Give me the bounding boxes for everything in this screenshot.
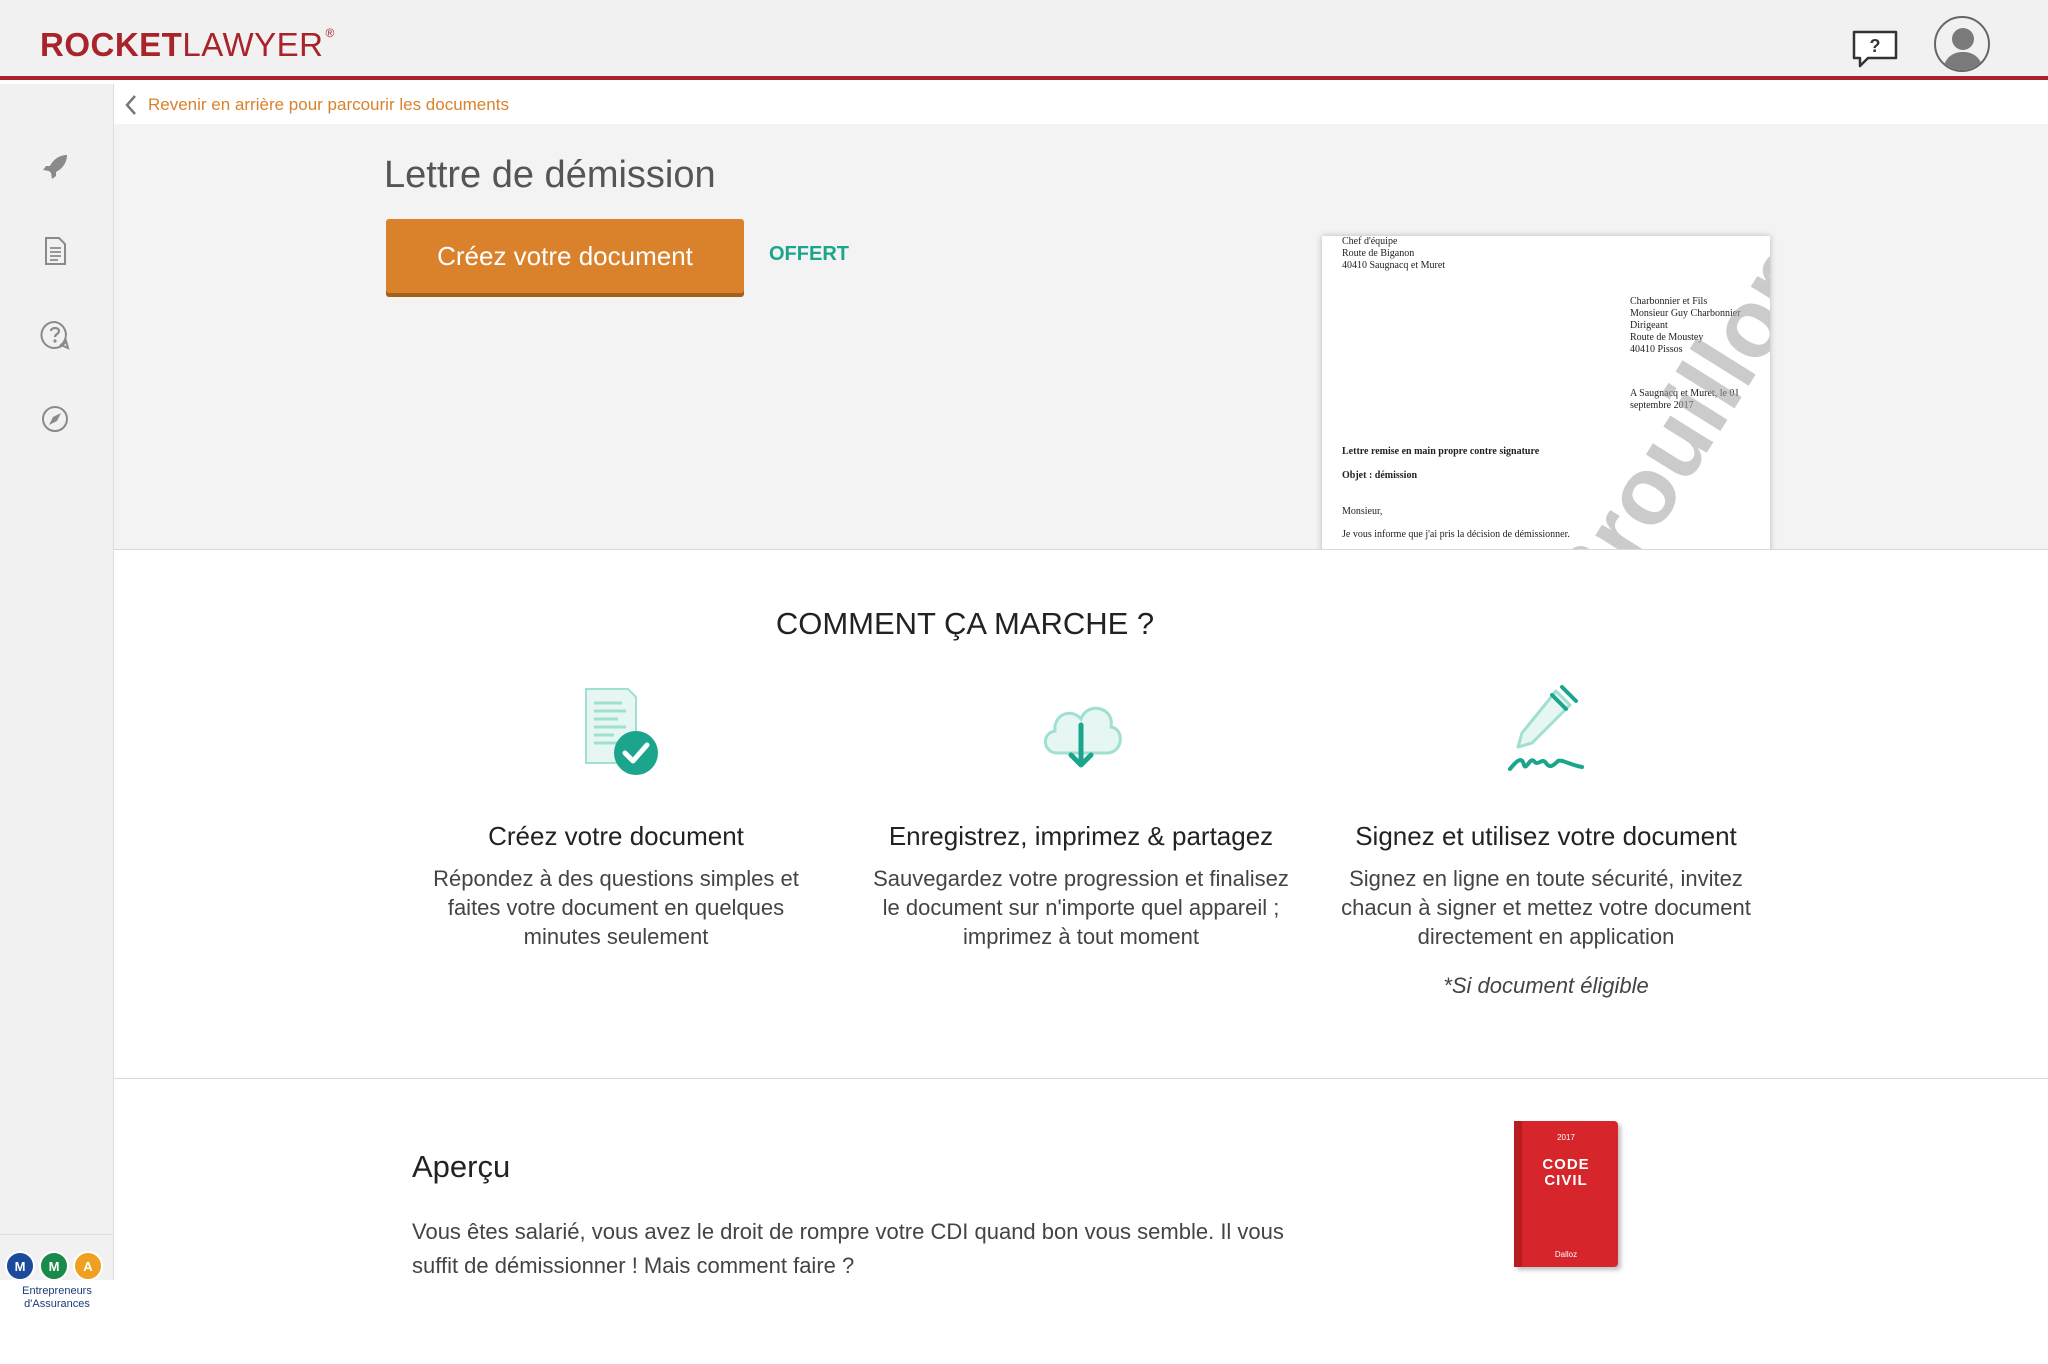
cloud-download-icon	[1031, 681, 1131, 781]
preview-line: Charbonnier et Fils	[1630, 296, 1708, 307]
preview-line: 40410 Pissos	[1630, 344, 1683, 355]
help-bubble-icon[interactable]	[40, 320, 70, 350]
step-desc-line: le document sur n'importe quel appareil …	[882, 895, 1280, 920]
step-title: Enregistrez, imprimez & partagez	[888, 821, 1274, 851]
step-description: Sauvegardez votre progression et finalis…	[856, 864, 1306, 951]
step-sign: Signez et utilisez votre document Signez…	[1321, 681, 1771, 999]
step-save: Enregistrez, imprimez & partagez Sauvega…	[856, 681, 1306, 951]
code-civil-book-image: 2017 CODE CIVIL Dalloz	[1514, 1121, 1618, 1267]
mma-badge-m1: M	[5, 1251, 35, 1281]
back-to-documents-link[interactable]: Revenir en arrière pour parcourir les do…	[124, 94, 509, 116]
preview-line: 40410 Saugnacq et Muret	[1342, 260, 1446, 271]
help-chat-icon: ?	[1852, 30, 1898, 68]
breadcrumb-bar: Revenir en arrière pour parcourir les do…	[114, 84, 2048, 124]
document-hero: Lettre de démission Créez votre document…	[114, 124, 2048, 550]
book-title-line: CODE	[1542, 1156, 1590, 1173]
step-desc-line: chacun à signer et mettez votre document	[1341, 895, 1751, 920]
help-question-mark: ?	[1870, 36, 1881, 56]
step-desc-line: Répondez à des questions simples et	[433, 866, 799, 891]
document-title: Lettre de démission	[384, 154, 716, 196]
how-it-works-section: COMMENT ÇA MARCHE ? Créez votre document…	[114, 551, 2048, 1079]
how-it-works-title: COMMENT ÇA MARCHE ?	[114, 606, 2048, 642]
logo-lawyer-text: LAWYER	[182, 26, 324, 63]
book-title-line: CIVIL	[1544, 1172, 1588, 1189]
preview-line: Route de Moustey	[1630, 332, 1704, 343]
step-desc-line: directement en application	[1417, 924, 1675, 949]
chevron-left-icon	[125, 95, 136, 115]
mma-badges: M M A	[5, 1251, 103, 1281]
step-description: Répondez à des questions simples et fait…	[391, 864, 841, 951]
mma-partner-text: Entrepreneurs d'Assurances	[4, 1285, 110, 1311]
partner-text-line: Entrepreneurs	[22, 1285, 92, 1297]
preview-line: septembre 2017	[1630, 400, 1694, 411]
eligibility-note: *Si document éligible	[1443, 973, 1649, 998]
help-chat-button[interactable]: ?	[1852, 30, 1898, 68]
logo-rocket-text: ROCKET	[40, 26, 183, 63]
create-document-button[interactable]: Créez votre document	[386, 219, 744, 293]
preview-line: Monsieur Guy Charbonnier	[1630, 308, 1741, 319]
step-title: Créez votre document	[488, 821, 744, 851]
book-spine	[1514, 1121, 1522, 1267]
price-badge: OFFERT	[769, 243, 849, 265]
top-header: ROCKETLAWYER ® ?	[0, 0, 2048, 80]
back-link-label: Revenir en arrière pour parcourir les do…	[148, 95, 509, 114]
partner-text-line: d'Assurances	[24, 1298, 90, 1310]
user-avatar[interactable]	[1934, 16, 1990, 72]
step-desc-line: Sauvegardez votre progression et finalis…	[873, 866, 1289, 891]
mma-badge-m2: M	[39, 1251, 69, 1281]
mma-badge-a: A	[73, 1251, 103, 1281]
apercu-text-line: suffit de démissionner ! Mais comment fa…	[412, 1253, 855, 1278]
preview-line: Route de Biganon	[1342, 248, 1415, 259]
book-publisher: Dalloz	[1554, 1250, 1578, 1259]
step-title: Signez et utilisez votre document	[1355, 821, 1737, 851]
step-desc-line: faites votre document en quelques	[447, 895, 785, 920]
mma-partner-logo[interactable]: M M A Entrepreneurs d'Assurances	[0, 1234, 114, 1364]
apercu-section: Aperçu Vous êtes salarié, vous avez le d…	[114, 1079, 2048, 1280]
rocket-icon[interactable]	[40, 152, 70, 182]
preview-line: Lettre remise en main propre contre sign…	[1342, 446, 1540, 457]
pen-signature-icon	[1496, 681, 1596, 781]
book-year: 2017	[1557, 1133, 1575, 1142]
document-icon[interactable]	[40, 236, 70, 266]
step-desc-line: Signez en ligne en toute sécurité, invit…	[1349, 866, 1743, 891]
preview-line: Monsieur,	[1342, 506, 1383, 517]
apercu-title: Aperçu	[412, 1149, 511, 1184]
step-description: Signez en ligne en toute sécurité, invit…	[1321, 864, 1771, 951]
how-title-text: COMMENT ÇA MARCHE ?	[775, 606, 1155, 641]
document-check-icon	[566, 681, 666, 781]
user-silhouette-icon	[1942, 28, 1984, 70]
apercu-text-line: Vous êtes salarié, vous avez le droit de…	[412, 1219, 1284, 1244]
preview-line: Dirigeant	[1630, 320, 1668, 331]
step-create: Créez votre document Répondez à des ques…	[391, 681, 841, 951]
apercu-text: Vous êtes salarié, vous avez le droit de…	[412, 1215, 1332, 1283]
logo-registered-mark: ®	[325, 26, 335, 40]
preview-line: Je vous informe que j'ai pris la décisio…	[1342, 529, 1570, 540]
book-title: CODE CIVIL	[1514, 1157, 1618, 1189]
preview-line: Chef d'équipe	[1342, 236, 1398, 247]
compass-icon[interactable]	[40, 404, 70, 434]
left-sidebar: M M A Entrepreneurs d'Assurances	[0, 84, 114, 1310]
preview-line: A Saugnacq et Muret, le 01	[1630, 388, 1740, 399]
step-desc-line: minutes seulement	[523, 924, 709, 949]
preview-line: Objet : démission	[1342, 470, 1417, 481]
rocketlawyer-logo[interactable]: ROCKETLAWYER ®	[40, 26, 335, 64]
step-desc-line: imprimez à tout moment	[963, 924, 1199, 949]
document-preview[interactable]: Chef d'équipe Route de Biganon 40410 Sau…	[1322, 236, 1770, 549]
